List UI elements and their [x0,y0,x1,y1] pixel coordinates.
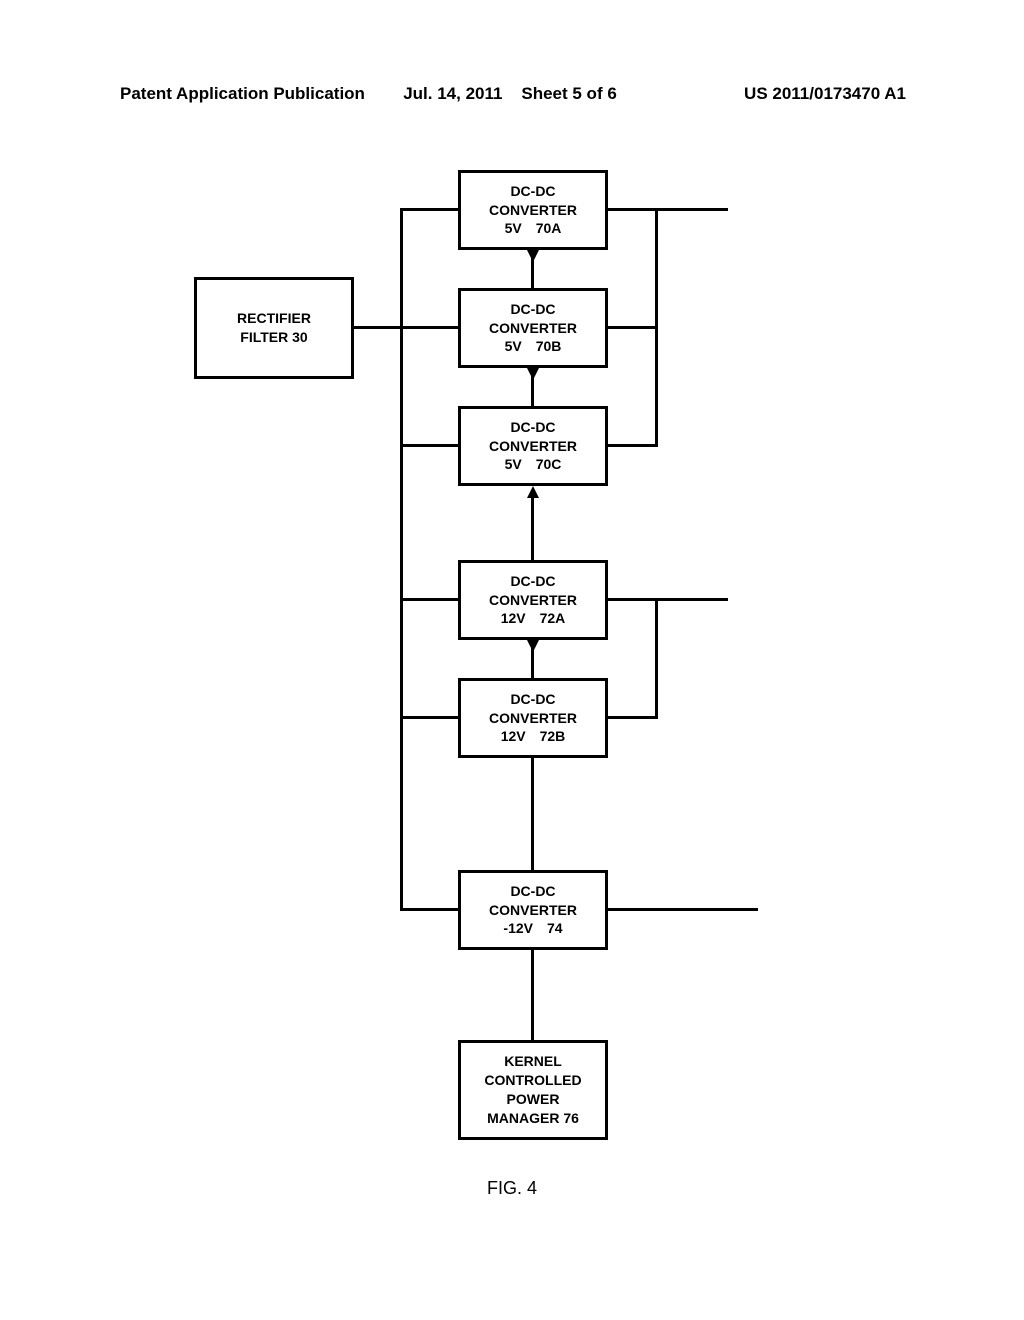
line-out-70c [608,444,658,447]
c74-title: DC-DC [510,882,555,901]
line-rect-out [354,326,400,329]
c74-volt: -12V [503,919,533,938]
line-out-72b [608,716,658,719]
c70b-volt: 5V [505,337,522,356]
line-out-74 [608,908,758,911]
line-in-72b [400,716,458,719]
c72b-volt: 12V [501,727,526,746]
line-in-70c [400,444,458,447]
line-in-70a [400,208,458,211]
c70c-ref: 70C [536,455,562,474]
c70c-sub: CONVERTER [489,437,577,456]
c70c-volt: 5V [505,455,522,474]
c72a-sub: CONVERTER [489,591,577,610]
c74-sub: CONVERTER [489,901,577,920]
line-input-bus [400,208,403,911]
converter-70c-box: DC-DC CONVERTER 5V 70C [458,406,608,486]
ctl-72b-74 [531,758,534,870]
ctl-74-pm [531,950,534,1040]
c72b-title: DC-DC [510,690,555,709]
line-out-70b [608,326,658,329]
ctl-72a-72b-arrow [527,640,539,652]
line-in-74 [400,908,458,911]
pm-l3: POWER [507,1090,560,1109]
c70a-ref: 70A [536,219,562,238]
converter-72b-box: DC-DC CONVERTER 12V 72B [458,678,608,758]
pm-l1: KERNEL [504,1052,562,1071]
header-publication: Patent Application Publication [120,84,365,104]
line-in-72a [400,598,458,601]
line-in-70b [400,326,458,329]
c70b-title: DC-DC [510,300,555,319]
header-date: Jul. 14, 2011 [403,84,502,103]
converter-70a-box: DC-DC CONVERTER 5V 70A [458,170,608,250]
converter-74-box: DC-DC CONVERTER -12V 74 [458,870,608,950]
rectifier-filter-box: RECTIFIER FILTER 30 [194,277,354,379]
pm-l2: CONTROLLED [484,1071,581,1090]
c70c-title: DC-DC [510,418,555,437]
power-manager-box: KERNEL CONTROLLED POWER MANAGER 76 [458,1040,608,1140]
ctl-72a-70c-arrow [527,486,539,498]
c72b-ref: 72B [540,727,566,746]
line-5v-join [655,208,658,447]
pm-l4: MANAGER 76 [487,1109,579,1128]
ctl-70b-70c-arrow [527,368,539,380]
rectifier-line2: FILTER 30 [240,328,307,347]
c72a-volt: 12V [501,609,526,628]
header-pubnum: US 2011/0173470 A1 [744,84,906,104]
c70a-volt: 5V [505,219,522,238]
ctl-72a-70c [531,498,534,560]
header-sheet: Sheet 5 of 6 [521,84,616,103]
header-mid: Jul. 14, 2011 Sheet 5 of 6 [340,84,680,104]
c72b-sub: CONVERTER [489,709,577,728]
c74-ref: 74 [547,919,563,938]
c72a-ref: 72A [540,609,566,628]
converter-72a-box: DC-DC CONVERTER 12V 72A [458,560,608,640]
c70a-sub: CONVERTER [489,201,577,220]
c70b-ref: 70B [536,337,562,356]
line-12v-join [655,598,658,719]
ctl-70a-70b-arrow [527,250,539,262]
rectifier-line1: RECTIFIER [237,309,311,328]
converter-70b-box: DC-DC CONVERTER 5V 70B [458,288,608,368]
line-out-72a [608,598,728,601]
c72a-title: DC-DC [510,572,555,591]
c70a-title: DC-DC [510,182,555,201]
figure-caption: FIG. 4 [0,1178,1024,1199]
c70b-sub: CONVERTER [489,319,577,338]
line-out-70a [608,208,728,211]
